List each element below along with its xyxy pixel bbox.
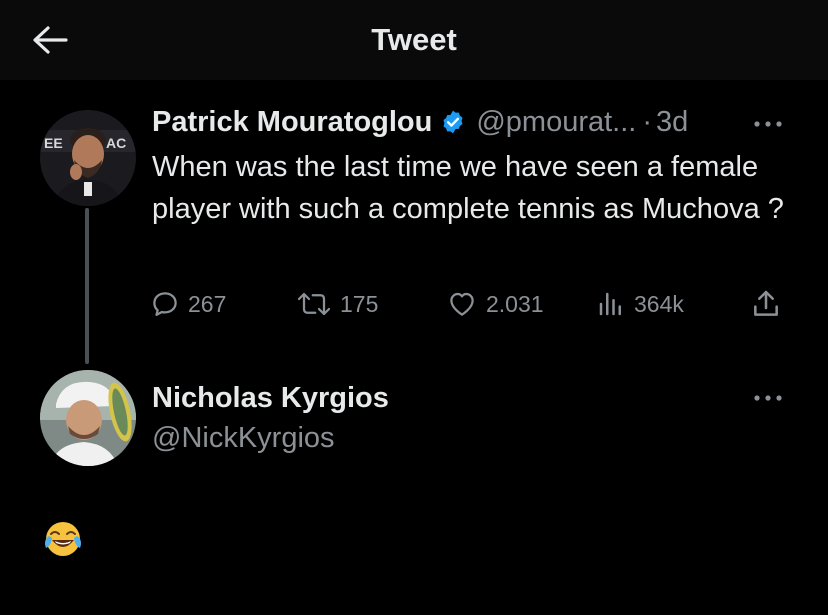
more-icon <box>754 121 782 127</box>
dot-separator: · <box>642 106 653 138</box>
like-button[interactable]: 2.031 <box>446 284 544 324</box>
avatar-nicholas-kyrgios[interactable] <box>40 370 136 466</box>
author-name[interactable]: Nicholas Kyrgios <box>152 380 389 416</box>
like-count: 2.031 <box>486 290 544 317</box>
author-handle[interactable]: @pmourat... <box>476 104 636 140</box>
author-handle[interactable]: @NickKyrgios <box>152 420 335 456</box>
tweet-timestamp[interactable]: 3d <box>656 104 688 140</box>
avatar-image: EE AC <box>40 110 136 206</box>
tweet-text: When was the last time we have seen a fe… <box>152 151 784 225</box>
face-with-tears-of-joy-icon <box>45 522 81 556</box>
tweet-text <box>42 518 84 560</box>
avatar-image <box>40 370 136 466</box>
author-name[interactable]: Patrick Mouratoglou <box>152 104 432 140</box>
retweet-count: 175 <box>340 290 379 317</box>
views-button[interactable]: 364k <box>596 284 684 324</box>
retweet-icon <box>297 292 331 316</box>
reply-icon <box>153 292 177 316</box>
share-icon <box>754 290 778 316</box>
reply-count: 267 <box>188 290 227 317</box>
top-bar: Tweet <box>0 0 828 80</box>
bar-chart-icon <box>599 292 621 316</box>
reply-button[interactable]: 267 <box>150 284 226 324</box>
verified-badge-icon <box>440 109 466 135</box>
page-title: Tweet <box>371 22 457 57</box>
svg-text:AC: AC <box>106 135 126 151</box>
share-button[interactable] <box>750 284 790 324</box>
tweet-header: Patrick Mouratoglou @pmourat... · 3d <box>152 104 688 140</box>
view-count: 364k <box>634 290 684 317</box>
more-options-button[interactable] <box>748 386 788 410</box>
tweet-actions: 267 175 2.031 364k <box>150 284 790 324</box>
more-options-button[interactable] <box>748 112 788 136</box>
retweet-button[interactable]: 175 <box>296 284 378 324</box>
svg-text:EE: EE <box>44 135 63 151</box>
heart-icon <box>450 292 474 316</box>
more-icon <box>754 395 782 401</box>
thread-connector <box>85 208 89 364</box>
avatar-patrick-mouratoglou[interactable]: EE AC <box>40 110 136 206</box>
